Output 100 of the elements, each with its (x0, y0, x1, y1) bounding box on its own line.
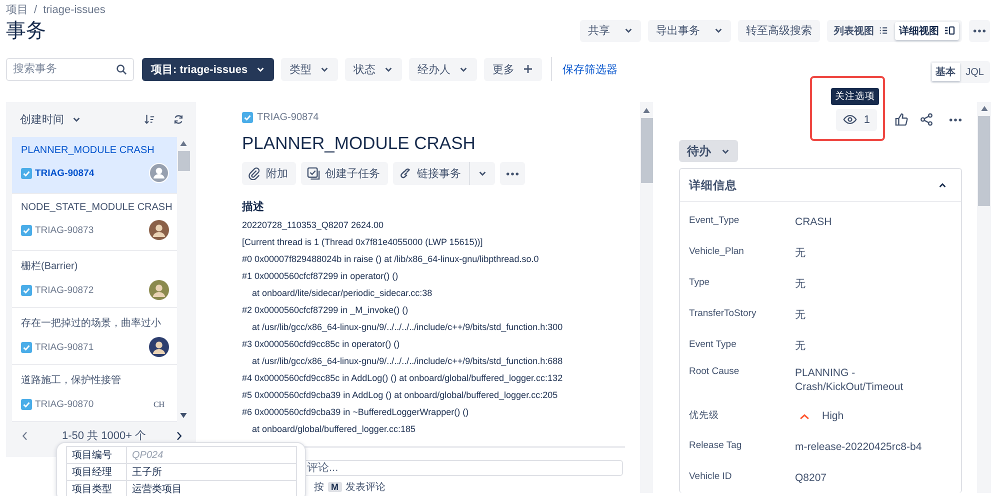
action-button[interactable]: 共享 (580, 20, 641, 42)
refresh-icon[interactable] (173, 114, 184, 125)
task-icon (242, 112, 253, 123)
field-value: High (822, 409, 844, 423)
scroll-up-icon[interactable] (980, 106, 988, 111)
page-title: 事务 (6, 19, 46, 44)
scroll-thumb[interactable] (178, 151, 190, 171)
filter-button[interactable]: 经办人 (408, 58, 477, 80)
issue-title: 存在一把掉过的场景，曲率过小 (21, 316, 162, 330)
plus-icon (522, 64, 533, 74)
task-icon (21, 224, 32, 236)
chevron-up-icon[interactable] (938, 180, 947, 190)
hint-text: 按 (314, 480, 324, 494)
query-mode-tab[interactable]: 基本 (932, 63, 960, 81)
field-label: Release Tag (689, 440, 743, 451)
sort-icon[interactable] (144, 114, 155, 125)
filter-button[interactable]: 状态 (344, 58, 402, 80)
description-line: #4 0x0000560cfd9cc85c in AddLog() () at onboard/global/buffered_logger.cc:132 (242, 372, 564, 385)
filter-button[interactable]: 更多 (484, 58, 542, 80)
table-cell: 项目经理 (66, 464, 126, 480)
chevron-down-icon (624, 26, 633, 35)
paperclip-icon (248, 167, 261, 180)
description-line: [Current thread is 1 (Thread 0x7f81e4055000 (LWP 15615))] (242, 236, 484, 249)
issue-list-item[interactable]: PLANNER_MODULE CRASH TRIAG-90874 (12, 137, 177, 194)
detail-view-icon (944, 26, 955, 35)
hint-text: 发表评论 (346, 480, 386, 494)
issue-key: TRIAG-90873 (35, 224, 94, 236)
description-line: #2 0x0000560cfcf87299 in _M_invoke() () (242, 304, 410, 317)
pagination-text: 1-50 共 1000+ 个 (62, 429, 146, 443)
field-value: PLANNING - Crash/KickOut/Timeout (795, 366, 904, 394)
field-label: TransferToStory (689, 308, 758, 319)
description-line: at onboard/lite/sidecar/periodic_sidecar.cc:38 (251, 287, 434, 300)
table-cell: 项目类型 (66, 480, 126, 496)
query-mode-tab[interactable]: JQL (962, 63, 988, 81)
action-button[interactable]: 转至高级搜索 (738, 20, 820, 42)
description-line: at /usr/lib/gcc/x86_64-linux-gnu/9/../../../../include/c++/9/bits/std_function.h:300 (251, 321, 564, 334)
field-value: Q8207 (795, 471, 828, 485)
scroll-thumb[interactable] (978, 116, 990, 206)
filter-button[interactable]: 项目: triage-issues (142, 58, 274, 80)
more-icon (949, 118, 962, 122)
next-page-icon[interactable] (176, 430, 182, 440)
view-tab[interactable]: 详细视图 (895, 22, 959, 40)
field-value: 无 (795, 308, 807, 322)
scroll-up-icon[interactable] (180, 141, 187, 146)
chevron-down-icon (478, 169, 487, 178)
status-button[interactable]: 待办 (679, 140, 738, 162)
keyboard-key: M (328, 482, 342, 492)
more-button[interactable] (500, 162, 525, 185)
description-line: #0 0x00007f829488024b in raise () at /lib/x86_64-linux-gnu/libpthread.so.0 (242, 253, 540, 266)
table-cell: 项目编号 (66, 446, 126, 464)
field-value: CRASH (795, 215, 833, 229)
share-icon[interactable] (920, 113, 933, 126)
issue-key: TRIAG-90872 (35, 284, 94, 296)
toolbar-button[interactable]: 附加 (242, 162, 296, 185)
breadcrumb-link[interactable]: triage-issues (43, 4, 106, 16)
field-value: 无 (795, 246, 807, 260)
view-tab[interactable]: 列表视图 (830, 22, 892, 40)
field-label: Event_Type (689, 215, 740, 226)
issue-key-link[interactable]: TRIAG-90874 (257, 112, 319, 123)
action-button[interactable]: 导出事务 (648, 20, 731, 42)
issue-title: PLANNER_MODULE CRASH (242, 132, 476, 154)
previous-page-icon[interactable] (22, 430, 28, 440)
description-line: at onboard/global/buffered_logger.cc:185 (251, 423, 416, 436)
more-button[interactable] (949, 118, 962, 122)
chevron-down-icon (384, 64, 393, 74)
panel-title: 详细信息 (689, 178, 737, 192)
scroll-thumb[interactable] (640, 118, 652, 183)
thumbs-up-icon[interactable] (895, 113, 908, 126)
field-label: 优先级 (689, 409, 720, 422)
issue-title: 道路施工，保护性接管 (21, 374, 122, 387)
scrollbar[interactable] (977, 102, 991, 493)
breadcrumb-link[interactable]: 项目 (6, 2, 28, 17)
chevron-down-icon (320, 64, 329, 74)
search-field[interactable]: 搜索事务 (6, 58, 134, 80)
toolbar-button[interactable]: 创建子任务 (301, 162, 388, 185)
toolbar-button[interactable]: 链接事务 (393, 162, 469, 185)
task-icon (21, 284, 32, 296)
task-icon (21, 342, 32, 352)
description-line: 20220728_110353_Q8207 2624.00 (242, 219, 384, 232)
breadcrumb-separator: / (34, 4, 38, 16)
search-icon (116, 64, 127, 74)
chevron-down-icon (714, 26, 723, 35)
filter-button[interactable]: 类型 (280, 58, 338, 80)
chevron-down-icon (458, 64, 468, 74)
field-value: 无 (795, 339, 807, 353)
save-filter-link[interactable]: 保存筛选器 (562, 62, 618, 76)
sort-dropdown[interactable]: 创建时间 (20, 112, 81, 127)
priority-high-icon (799, 412, 810, 420)
scroll-up-icon[interactable] (643, 108, 650, 113)
more-icon (506, 172, 519, 176)
chevron-down-icon (721, 146, 730, 156)
issue-key: TRIAG-90871 (35, 342, 94, 352)
section-heading: 描述 (242, 200, 265, 214)
issue-title: NODE_STATE_MODULE CRASH (21, 202, 169, 213)
tooltip: 关注选项 (830, 88, 879, 105)
more-button[interactable] (969, 20, 990, 42)
scroll-down-icon[interactable] (180, 413, 187, 418)
description-line: at /usr/lib/gcc/x86_64-linux-gnu/9/../../../../include/c++/9/bits/std_function.h:688 (251, 355, 564, 368)
scrollbar[interactable] (640, 102, 653, 493)
watch-button[interactable]: 1 (836, 108, 877, 131)
